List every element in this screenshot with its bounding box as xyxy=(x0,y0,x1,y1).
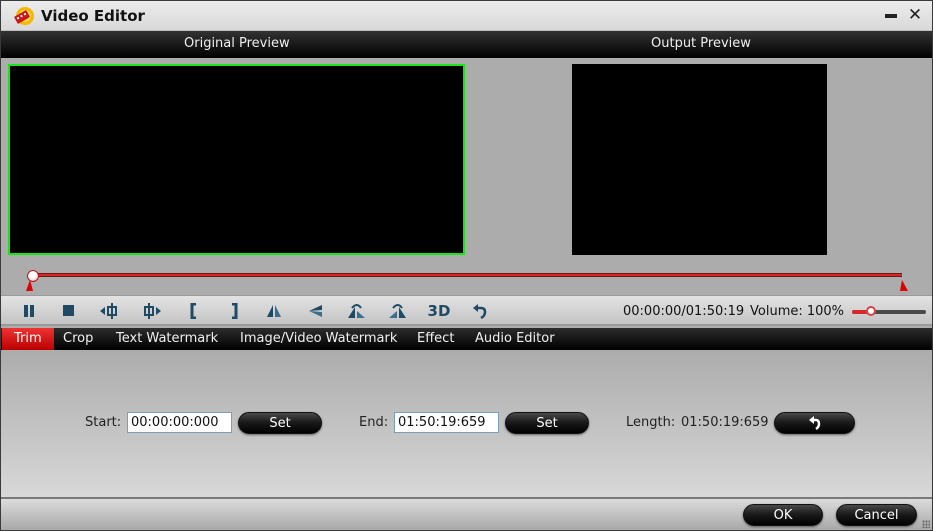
tab-trim[interactable]: Trim xyxy=(2,328,54,350)
video-editor-window: Video Editor ✕ Original Preview Output P… xyxy=(0,0,933,531)
undo-button[interactable] xyxy=(469,302,491,320)
trim-panel: Start: Set End: Set Length: 01:50:19:659 xyxy=(1,350,932,497)
trim-end-marker[interactable] xyxy=(900,280,908,291)
output-preview-label: Output Preview xyxy=(651,36,751,51)
rotate-right-button[interactable] xyxy=(387,302,409,320)
stop-button[interactable] xyxy=(58,302,80,320)
dialog-footer: OK Cancel xyxy=(1,497,932,530)
trim-start-marker[interactable] xyxy=(26,280,33,291)
title-bar: Video Editor ✕ xyxy=(1,1,932,31)
flip-vertical-icon xyxy=(309,305,322,317)
output-preview-video xyxy=(572,64,827,255)
length-value: 01:50:19:659 xyxy=(681,415,769,430)
undo-icon xyxy=(473,304,487,319)
original-preview-video[interactable] xyxy=(8,64,465,255)
3d-icon: 3D xyxy=(427,302,451,320)
stop-icon xyxy=(63,305,74,316)
tab-effect[interactable]: Effect xyxy=(417,328,454,350)
resize-grip[interactable] xyxy=(922,520,930,528)
volume-slider[interactable] xyxy=(852,306,926,316)
rotate-left-icon xyxy=(348,304,365,318)
tab-crop[interactable]: Crop xyxy=(63,328,93,350)
close-button[interactable]: ✕ xyxy=(905,5,925,25)
editor-tabs: Trim Crop Text Watermark Image/Video Wat… xyxy=(1,328,932,350)
window-title: Video Editor xyxy=(41,7,145,25)
start-label: Start: xyxy=(85,415,122,430)
preview-header: Original Preview Output Preview xyxy=(1,31,932,58)
reset-icon xyxy=(808,416,820,430)
end-time-input[interactable] xyxy=(394,412,499,433)
reset-trim-button[interactable] xyxy=(774,412,855,434)
tab-audio-editor[interactable]: Audio Editor xyxy=(475,328,555,350)
cancel-button[interactable]: Cancel xyxy=(836,504,917,526)
set-start-time-button[interactable]: Set xyxy=(238,412,322,434)
close-icon: ✕ xyxy=(907,5,923,25)
pause-button[interactable] xyxy=(18,302,40,320)
preview-area xyxy=(1,58,932,295)
right-bracket-icon xyxy=(232,303,238,319)
flip-horizontal-icon xyxy=(267,305,281,317)
ok-button[interactable]: OK xyxy=(743,504,823,526)
flip-horizontal-button[interactable] xyxy=(263,302,285,320)
start-time-input[interactable] xyxy=(127,412,232,433)
minimize-icon xyxy=(885,14,897,18)
rotate-left-button[interactable] xyxy=(346,302,368,320)
minimize-button[interactable] xyxy=(881,5,901,25)
previous-frame-icon xyxy=(100,303,117,319)
pause-icon xyxy=(24,305,34,317)
rotate-right-icon xyxy=(389,304,406,318)
app-logo-icon xyxy=(12,5,36,27)
length-label: Length: xyxy=(626,415,676,430)
tab-image-video-watermark[interactable]: Image/Video Watermark xyxy=(240,328,397,350)
set-end-button[interactable] xyxy=(223,302,245,320)
seek-bar[interactable] xyxy=(31,273,902,277)
playback-toolbar: 3D 00:00:00/01:50:19 Volume: 100% xyxy=(1,295,932,326)
tab-text-watermark[interactable]: Text Watermark xyxy=(116,328,218,350)
previous-frame-button[interactable] xyxy=(98,302,120,320)
volume-thumb[interactable] xyxy=(865,306,876,316)
volume-label: Volume: 100% xyxy=(750,304,845,319)
left-bracket-icon xyxy=(190,303,196,319)
set-start-button[interactable] xyxy=(183,302,205,320)
3d-button[interactable]: 3D xyxy=(425,302,453,320)
flip-vertical-button[interactable] xyxy=(305,302,327,320)
end-label: End: xyxy=(359,415,389,430)
time-readout: 00:00:00/01:50:19 xyxy=(623,304,745,319)
next-frame-icon xyxy=(144,303,161,319)
original-preview-label: Original Preview xyxy=(184,36,290,51)
next-frame-button[interactable] xyxy=(141,302,163,320)
set-end-time-button[interactable]: Set xyxy=(505,412,589,434)
